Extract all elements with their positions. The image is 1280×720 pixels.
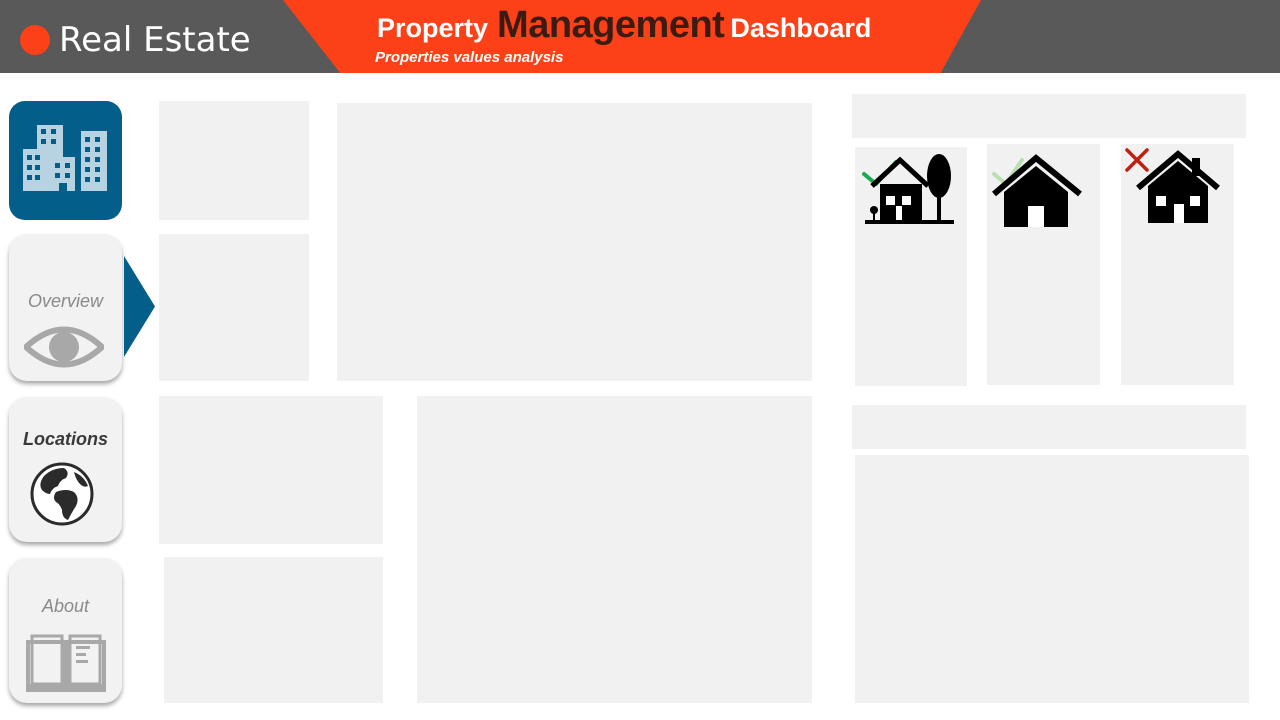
house-icon[interactable] — [990, 152, 1086, 228]
selected-indicator-arrow — [124, 256, 155, 357]
house-with-chimney-icon[interactable] — [1124, 146, 1222, 226]
brand-name: Real Estate — [59, 20, 251, 60]
nav-item-overview[interactable]: Overview — [9, 234, 122, 381]
globe-icon — [30, 462, 94, 526]
house-with-tree-icon[interactable] — [862, 152, 958, 226]
buildings-icon — [23, 125, 107, 191]
nav-item-locations-label: Locations — [22, 429, 108, 449]
section-header-panel — [852, 405, 1246, 449]
nav-item-overview-label: Overview — [27, 291, 103, 311]
kpi-card-2 — [159, 234, 309, 381]
main-chart-panel — [337, 103, 812, 381]
page-title: Property Management Dashboard — [377, 4, 871, 48]
chart-panel-large — [417, 396, 812, 703]
nav-item-about[interactable]: About — [9, 558, 122, 703]
chart-panel-small-2 — [164, 557, 383, 703]
header-bar: Real Estate Property Management Dashboar… — [0, 0, 1280, 73]
nav-item-locations[interactable]: Locations — [9, 397, 122, 542]
detail-panel — [855, 455, 1249, 703]
book-icon — [26, 634, 106, 692]
filter-header-panel — [852, 94, 1246, 138]
nav-item-about-label: About — [41, 596, 90, 616]
page-subtitle: Properties values analysis — [375, 49, 564, 66]
chart-panel-small-1 — [159, 396, 383, 544]
eye-icon — [24, 326, 104, 368]
brand-dot-icon — [20, 25, 50, 55]
title-word-dashboard: Dashboard — [730, 13, 872, 43]
title-word-management: Management — [497, 4, 725, 46]
app-logo — [9, 101, 122, 220]
kpi-card-1 — [159, 101, 309, 220]
title-word-property: Property — [377, 13, 489, 43]
